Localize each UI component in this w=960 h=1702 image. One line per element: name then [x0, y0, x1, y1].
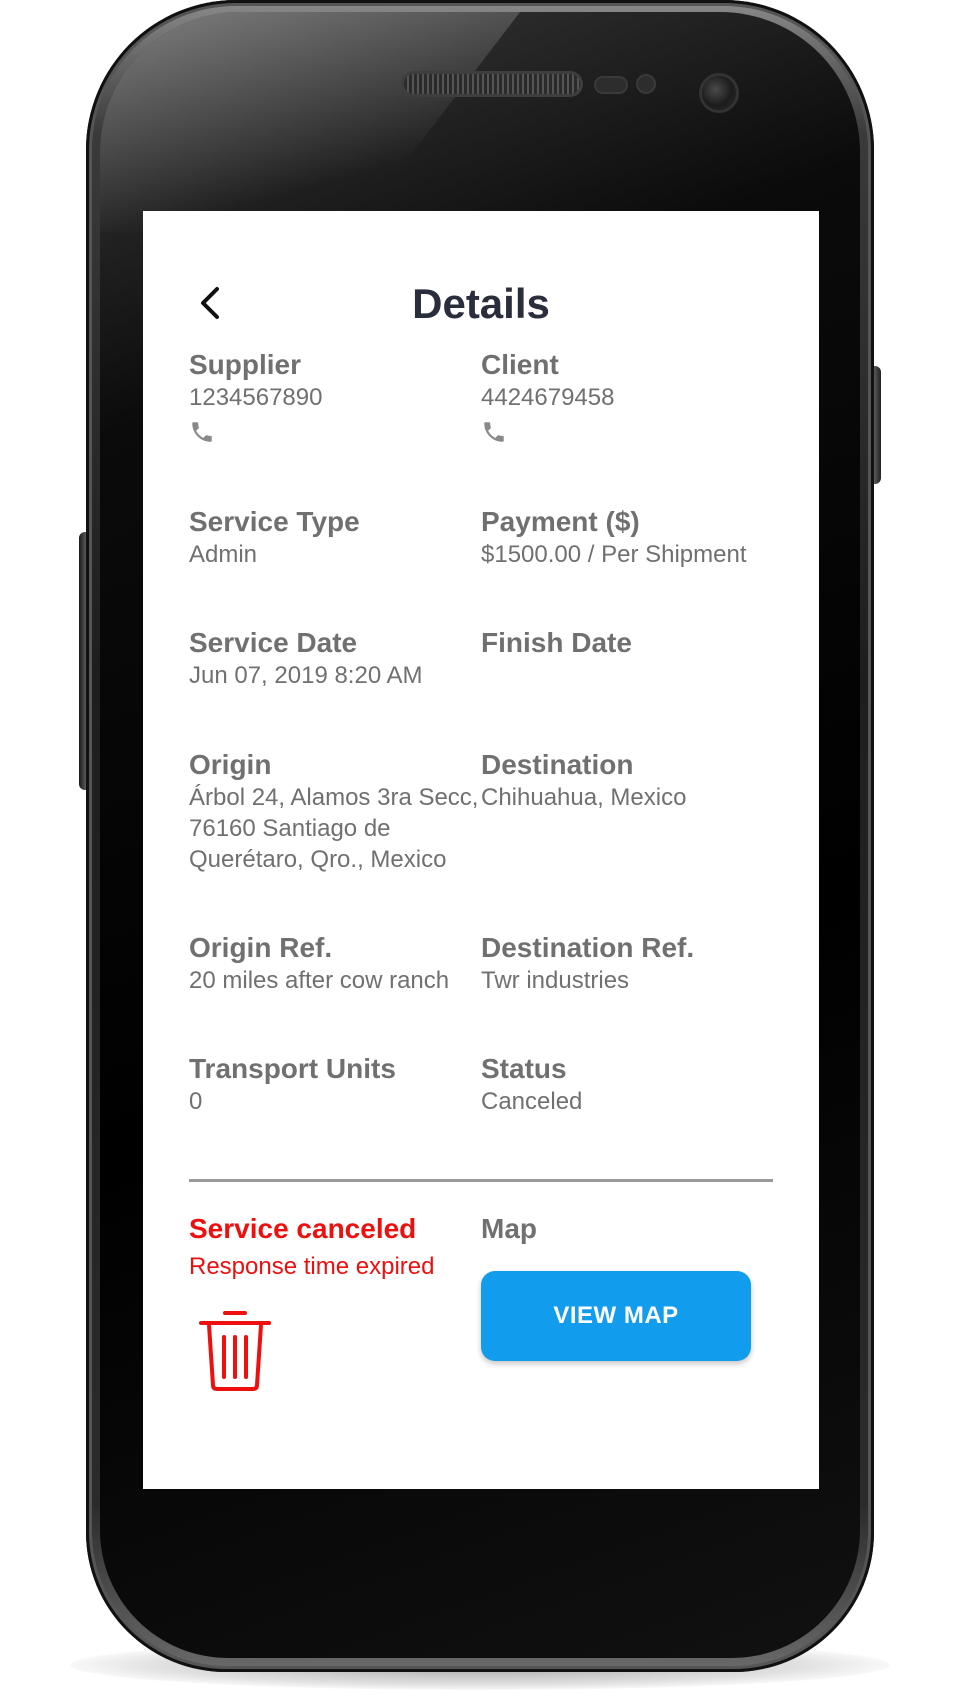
- origin-field: Origin Árbol 24, Alamos 3ra Secc, 76160 …: [189, 748, 481, 875]
- earpiece-speaker: [404, 74, 580, 94]
- client-field: Client 4424679458: [481, 348, 773, 445]
- phone-icon[interactable]: [189, 419, 215, 445]
- service-type-value: Admin: [189, 541, 258, 568]
- cancellation-reason: Response time expired: [189, 1253, 435, 1280]
- section-divider: [189, 1179, 773, 1182]
- transport-units-label: Transport Units: [189, 1053, 396, 1084]
- origin-ref-label: Origin Ref.: [189, 932, 333, 963]
- payment-label: Payment ($): [481, 506, 640, 537]
- service-type-field: Service Type Admin: [189, 505, 481, 570]
- supplier-field: Supplier 1234567890: [189, 348, 481, 445]
- status-label: Status: [481, 1053, 567, 1084]
- light-sensor: [638, 76, 654, 92]
- finish-date-label: Finish Date: [481, 627, 632, 658]
- payment-field: Payment ($) $1500.00 / Per Shipment: [481, 505, 773, 570]
- trash-icon: [199, 1311, 271, 1391]
- origin-ref-value: 20 miles after cow ranch: [189, 967, 450, 994]
- glass-reflection: [100, 12, 520, 232]
- destination-value: Chihuahua, Mexico: [481, 784, 687, 811]
- origin-ref-field: Origin Ref. 20 miles after cow ranch: [189, 931, 481, 996]
- destination-ref-field: Destination Ref. Twr industries: [481, 931, 773, 996]
- page-title: Details: [412, 280, 550, 327]
- destination-ref-label: Destination Ref.: [481, 932, 695, 963]
- destination-label: Destination: [481, 749, 634, 780]
- transport-units-value: 0: [189, 1088, 203, 1115]
- destination-field: Destination Chihuahua, Mexico: [481, 748, 773, 813]
- finish-date-field: Finish Date: [481, 626, 773, 660]
- phone-icon[interactable]: [481, 419, 507, 445]
- view-map-button[interactable]: VIEW MAP: [481, 1271, 751, 1361]
- app-screen: Details Supplier 1234567890 Client 44246…: [143, 211, 819, 1489]
- cancellation-title: Service canceled: [189, 1213, 417, 1244]
- supplier-phone-number: 1234567890: [189, 384, 323, 411]
- status-value: Canceled: [481, 1088, 583, 1115]
- service-date-field: Service Date Jun 07, 2019 8:20 AM: [189, 626, 481, 691]
- client-phone-number: 4424679458: [481, 384, 615, 411]
- map-label: Map: [481, 1213, 537, 1244]
- proximity-sensor: [596, 78, 626, 92]
- delete-button[interactable]: [195, 1305, 275, 1395]
- front-camera: [702, 76, 736, 110]
- origin-value: Árbol 24, Alamos 3ra Secc, 76160 Santiag…: [189, 784, 479, 873]
- status-field: Status Canceled: [481, 1052, 773, 1117]
- payment-value: $1500.00 / Per Shipment: [481, 541, 747, 568]
- origin-label: Origin: [189, 749, 272, 780]
- app-header: Details: [143, 211, 819, 327]
- device-mockup: Details Supplier 1234567890 Client 44246…: [0, 0, 960, 1702]
- supplier-label: Supplier: [189, 349, 302, 380]
- service-date-value: Jun 07, 2019 8:20 AM: [189, 662, 423, 689]
- destination-ref-value: Twr industries: [481, 967, 630, 994]
- client-label: Client: [481, 349, 559, 380]
- transport-units-field: Transport Units 0: [189, 1052, 481, 1117]
- service-type-label: Service Type: [189, 506, 360, 537]
- service-date-label: Service Date: [189, 627, 358, 658]
